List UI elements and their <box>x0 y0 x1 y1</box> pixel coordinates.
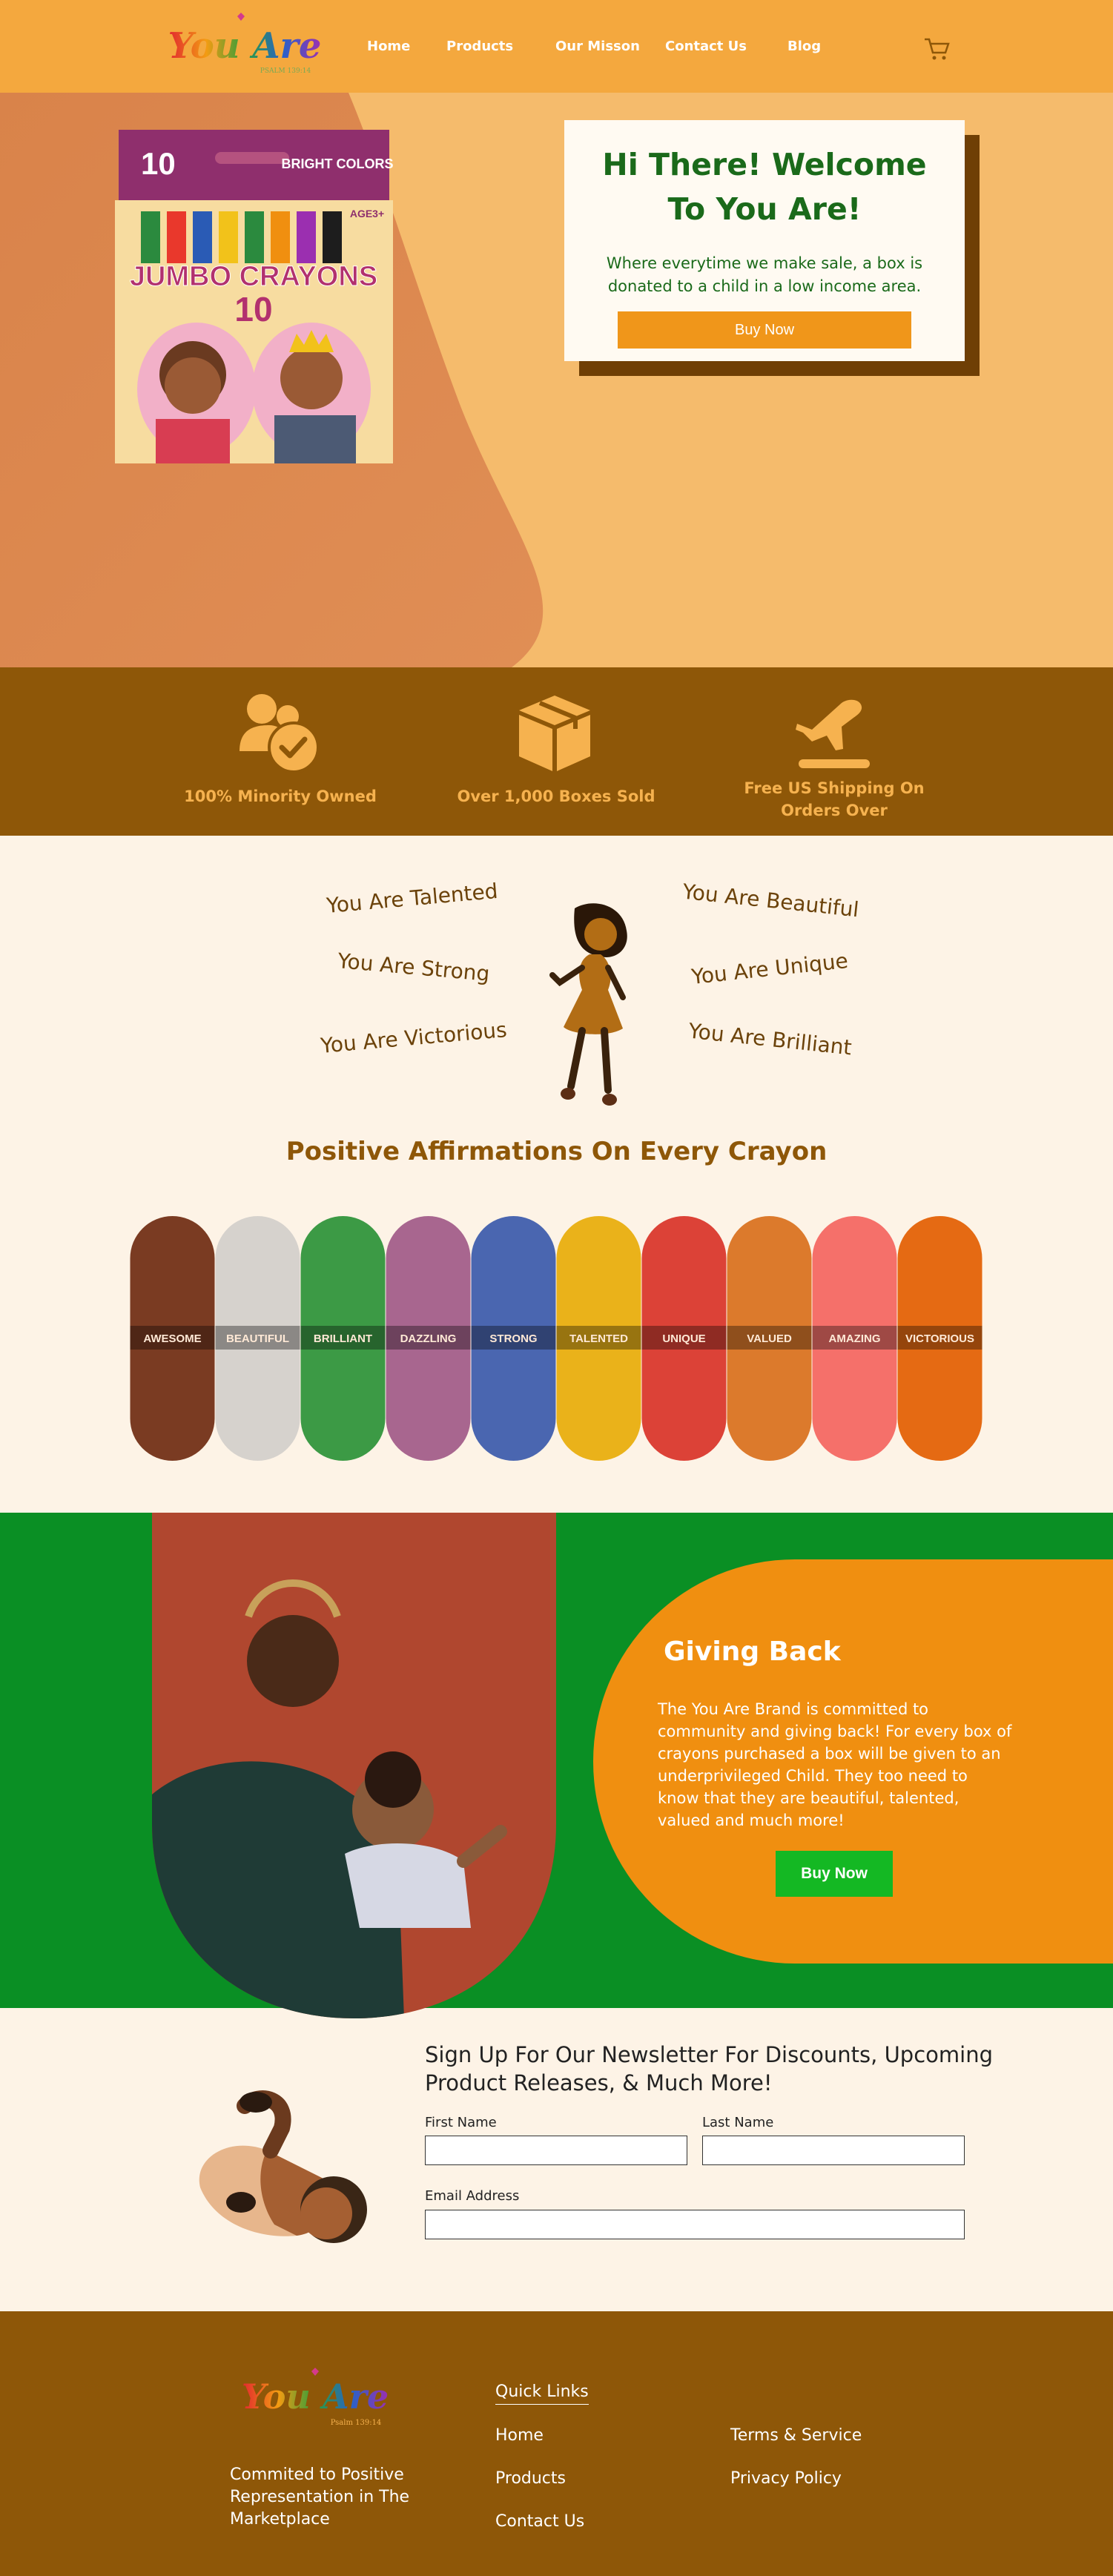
footer-link-products[interactable]: Products <box>495 2469 566 2488</box>
box-icon <box>519 696 590 771</box>
feature-label-minority-owned: 100% Minority Owned <box>184 787 377 805</box>
footer-logo[interactable]: You Are Psalm 139:14 <box>237 2365 393 2432</box>
crayon-beautiful: BEAUTIFUL <box>215 1216 300 1461</box>
crayon-label: DAZZLING <box>400 1332 457 1345</box>
giving-back-text: The You Are Brand is committed to commun… <box>658 1700 1012 1829</box>
email-field[interactable] <box>425 2210 965 2239</box>
crayon-label: TALENTED <box>569 1332 628 1345</box>
email-label: Email Address <box>425 2188 520 2204</box>
crayon-label: UNIQUE <box>662 1332 705 1345</box>
affirmation-talented: You Are Talented <box>326 878 499 919</box>
affirmations-title: Positive Affirmations On Every Crayon <box>285 1137 828 1166</box>
crayon-strong: STRONG <box>471 1216 556 1461</box>
footer-link-contact-us[interactable]: Contact Us <box>495 2512 584 2531</box>
affirmation-victorious: You Are Victorious <box>320 1017 508 1058</box>
crayon-victorious: VICTORIOUS <box>897 1216 982 1461</box>
crayon-dazzling: DAZZLING <box>386 1216 471 1461</box>
hero-buy-now-button[interactable]: Buy Now <box>618 311 911 349</box>
footer-logo-subtext: Psalm 139:14 <box>331 2419 382 2427</box>
crayon-label: BEAUTIFUL <box>226 1332 289 1345</box>
newsletter-title: Sign Up For Our Newsletter For Discounts… <box>425 2042 993 2096</box>
site-footer <box>0 2311 1113 2576</box>
last-name-field[interactable] <box>702 2136 965 2165</box>
crayon-label: BRILLIANT <box>314 1332 372 1345</box>
footer-link-home[interactable]: Home <box>495 2426 544 2445</box>
footer-link-terms[interactable]: Terms & Service <box>730 2426 862 2445</box>
affirmation-brilliant: You Are Brilliant <box>687 1018 853 1060</box>
box-count: 10 <box>141 146 176 181</box>
quick-links-title: Quick Links <box>495 2382 589 2405</box>
crayon-unique: UNIQUE <box>641 1216 727 1461</box>
box-count-large: 10 <box>234 290 272 328</box>
footer-tagline: Commited to Positive Representation in T… <box>230 2466 410 2529</box>
crayon-brilliant: BRILLIANT <box>300 1216 386 1461</box>
crayon-row: AWESOME BEAUTIFUL BRILLIANT DAZZLING STRONG T… <box>130 1216 982 1461</box>
crayon-label: AMAZING <box>829 1332 881 1345</box>
nav-our-mission[interactable]: Our Misson <box>555 39 640 54</box>
crayon-label: VICTORIOUS <box>905 1332 974 1345</box>
logo-text: You Are <box>168 25 322 67</box>
heart-icon <box>311 2368 319 2376</box>
crayon-label: AWESOME <box>143 1332 201 1345</box>
welcome-title: Hi There! Welcome To You Are! <box>602 147 927 227</box>
feature-label-free-shipping: Free US Shipping On Orders Over <box>744 779 925 819</box>
airplane-icon <box>796 699 870 768</box>
nav-blog[interactable]: Blog <box>787 39 821 54</box>
nav-contact-us[interactable]: Contact Us <box>665 39 747 54</box>
crayon-valued: VALUED <box>727 1216 812 1461</box>
footer-link-privacy[interactable]: Privacy Policy <box>730 2469 842 2488</box>
nav-products[interactable]: Products <box>446 39 513 54</box>
welcome-text: Where everytime we make sale, a box is d… <box>606 254 923 295</box>
baby-illustration <box>199 2090 367 2243</box>
heart-icon <box>237 13 245 21</box>
nav-home[interactable]: Home <box>367 39 410 54</box>
giving-back-title: Giving Back <box>664 1637 841 1667</box>
father-baby-photo <box>152 1513 556 2018</box>
affirmation-unique: You Are Unique <box>690 948 850 989</box>
you-are-logo[interactable]: You Are PSALM 139:14 <box>167 7 323 82</box>
welcome-card: Hi There! Welcome To You Are! Where ever… <box>564 120 965 361</box>
giving-buy-now-button[interactable]: Buy Now <box>776 1851 893 1897</box>
girl-illustration <box>549 903 627 1106</box>
users-check-icon <box>240 694 320 773</box>
crayon-label: STRONG <box>489 1332 537 1345</box>
cart-icon[interactable] <box>922 33 951 63</box>
crayon-awesome: AWESOME <box>130 1216 215 1461</box>
footer-logo-text: You Are <box>242 2377 389 2417</box>
affirmation-beautiful: You Are Beautiful <box>681 879 860 922</box>
logo-subtext: PSALM 139:14 <box>260 67 311 75</box>
feature-label-boxes-sold: Over 1,000 Boxes Sold <box>457 787 655 805</box>
jumbo-crayons-box-image: 10 BRIGHT COLORS AGE3+ JUMBO CRAYONS 10 <box>115 130 394 463</box>
crayon-amazing: AMAZING <box>812 1216 897 1461</box>
affirmation-strong: You Are Strong <box>336 948 491 986</box>
crayon-label: VALUED <box>747 1332 792 1345</box>
box-title: JUMBO CRAYONS <box>130 261 377 292</box>
first-name-field[interactable] <box>425 2136 687 2165</box>
last-name-label: Last Name <box>702 2115 774 2130</box>
box-age: AGE3+ <box>350 208 384 219</box>
first-name-label: First Name <box>425 2115 497 2130</box>
box-brand: BRIGHT COLORS <box>282 156 394 171</box>
crayon-talented: TALENTED <box>556 1216 641 1461</box>
